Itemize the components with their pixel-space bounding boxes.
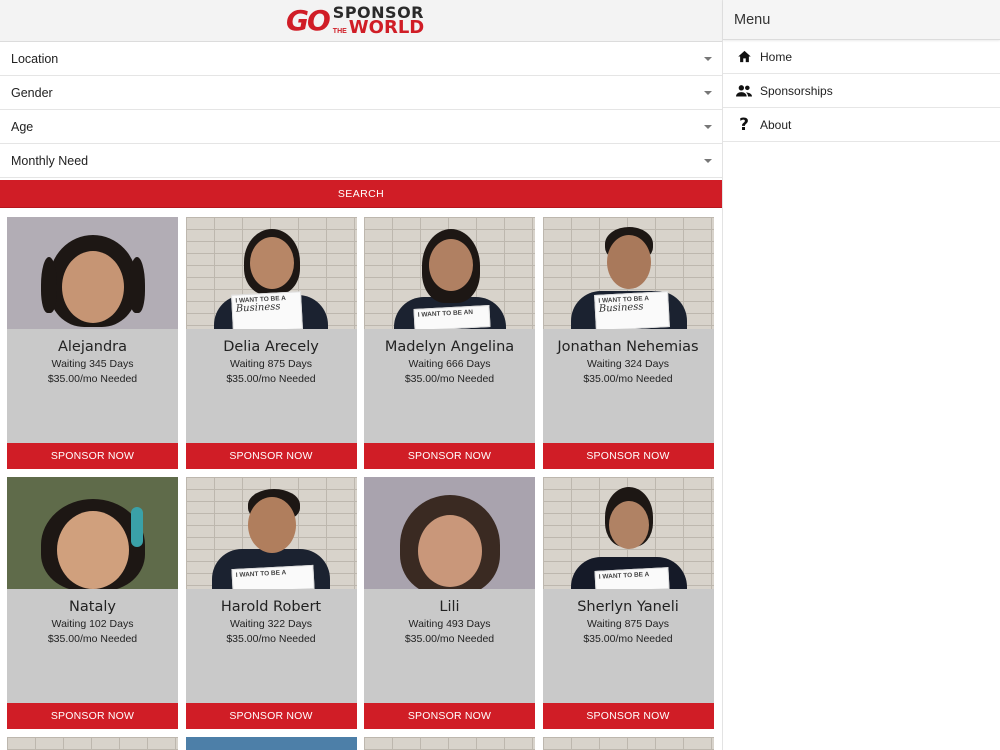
- child-name: Lili: [439, 599, 460, 615]
- child-photo[interactable]: [7, 217, 178, 329]
- chevron-down-icon: [704, 56, 712, 61]
- monthly-need: $35.00/mo Needed: [404, 633, 495, 645]
- waiting-days: Waiting 493 Days: [408, 618, 491, 630]
- filter-label: Gender: [11, 85, 53, 100]
- child-sign: I WANT TO BE AN: [413, 305, 491, 329]
- chevron-down-icon: [704, 90, 712, 95]
- child-card: I WANT TO BE AN Madelyn Angelina Waiting…: [364, 217, 535, 469]
- menu-item-about[interactable]: ? About: [723, 108, 1000, 142]
- child-photo-partial[interactable]: [364, 737, 535, 750]
- filter-label: Age: [11, 119, 34, 134]
- child-photo-partial[interactable]: [185, 737, 357, 750]
- sponsor-now-button[interactable]: SPONSOR NOW: [364, 443, 535, 469]
- child-card: I WANT TO BE A Business Delia Arecely Wai…: [185, 217, 357, 469]
- sign-word: Business: [235, 301, 281, 315]
- waiting-days: Waiting 324 Days: [587, 358, 669, 370]
- child-sign: I WANT TO BE A Business: [230, 291, 303, 329]
- child-name: Madelyn Angelina: [384, 339, 515, 355]
- child-sign: I WANT TO BE A Business: [593, 291, 670, 329]
- child-name: Alejandra: [57, 339, 128, 355]
- monthly-need: $35.00/mo Needed: [47, 373, 138, 385]
- menu-item-label: Home: [760, 49, 793, 64]
- chevron-down-icon: [704, 158, 712, 163]
- waiting-days: Waiting 345 Days: [51, 358, 134, 370]
- child-name: Nataly: [69, 599, 116, 615]
- question-icon: ?: [739, 114, 749, 135]
- child-photo[interactable]: I WANT TO BE A Business: [185, 217, 357, 329]
- side-menu: Menu Home Sponsorships ? About: [722, 0, 1000, 750]
- menu-item-home[interactable]: Home: [723, 40, 1000, 74]
- child-name: Jonathan Nehemias: [557, 339, 699, 355]
- sign-text: I WANT TO BE A: [235, 569, 286, 579]
- main-content: GO SPONSOR THE WORLD Location Gender Age…: [0, 0, 722, 750]
- monthly-need: $35.00/mo Needed: [583, 373, 673, 385]
- logo-go-text: GO: [286, 4, 331, 37]
- sign-text: I WANT TO BE AN: [417, 308, 474, 319]
- child-photo-partial[interactable]: [542, 737, 714, 750]
- child-card: Nataly Waiting 102 Days $35.00/mo Needed…: [7, 477, 178, 729]
- sign-text: I WANT TO BE A: [598, 571, 649, 581]
- waiting-days: Waiting 322 Days: [230, 618, 312, 630]
- menu-item-label: About: [760, 117, 792, 132]
- child-card: I WANT TO BE A Harold Robert Waiting 322…: [185, 477, 357, 729]
- child-name: Sherlyn Yaneli: [577, 599, 679, 615]
- monthly-need: $35.00/mo Needed: [583, 633, 673, 645]
- waiting-days: Waiting 102 Days: [51, 618, 134, 630]
- waiting-days: Waiting 875 Days: [587, 618, 669, 630]
- sponsor-now-button[interactable]: SPONSOR NOW: [542, 703, 714, 729]
- child-card: I WANT TO BE A Sherlyn Yaneli Waiting 87…: [542, 477, 714, 729]
- filter-gender[interactable]: Gender: [0, 76, 722, 110]
- filter-label: Location: [11, 51, 59, 66]
- child-name: Harold Robert: [220, 599, 322, 615]
- child-sign: I WANT TO BE A: [593, 567, 670, 589]
- child-sign: I WANT TO BE A: [230, 564, 315, 589]
- menu-item-sponsorships[interactable]: Sponsorships: [723, 74, 1000, 108]
- sponsor-now-button[interactable]: SPONSOR NOW: [185, 703, 357, 729]
- sponsor-now-button[interactable]: SPONSOR NOW: [7, 703, 178, 729]
- monthly-need: $35.00/mo Needed: [47, 633, 138, 645]
- child-name: Delia Arecely: [223, 339, 319, 355]
- filter-monthly-need[interactable]: Monthly Need: [0, 144, 722, 178]
- child-photo[interactable]: [364, 477, 535, 589]
- chevron-down-icon: [704, 124, 712, 129]
- child-photo[interactable]: [7, 477, 178, 589]
- sponsor-now-button[interactable]: SPONSOR NOW: [364, 703, 535, 729]
- waiting-days: Waiting 875 Days: [230, 358, 312, 370]
- filter-location[interactable]: Location: [0, 42, 722, 76]
- logo-the: THE: [332, 28, 347, 35]
- monthly-need: $35.00/mo Needed: [226, 373, 316, 385]
- people-icon: [736, 83, 752, 99]
- sponsor-now-button[interactable]: SPONSOR NOW: [542, 443, 714, 469]
- child-photo[interactable]: I WANT TO BE A: [185, 477, 357, 589]
- child-photo[interactable]: I WANT TO BE A: [542, 477, 714, 589]
- child-photo-partial[interactable]: [7, 737, 178, 750]
- child-photo[interactable]: I WANT TO BE AN: [364, 217, 535, 329]
- home-icon: [736, 49, 752, 65]
- logo-text: SPONSOR THE WORLD: [332, 5, 425, 38]
- monthly-need: $35.00/mo Needed: [404, 373, 495, 385]
- waiting-days: Waiting 666 Days: [408, 358, 491, 370]
- filter-label: Monthly Need: [11, 153, 89, 168]
- child-photo[interactable]: I WANT TO BE A Business: [542, 217, 714, 329]
- logo[interactable]: GO SPONSOR THE WORLD: [286, 5, 424, 37]
- children-grid: Alejandra Waiting 345 Days $35.00/mo Nee…: [7, 217, 715, 750]
- menu-title: Menu: [723, 0, 1000, 40]
- menu-item-label: Sponsorships: [760, 83, 833, 98]
- sponsor-now-button[interactable]: SPONSOR NOW: [185, 443, 357, 469]
- logo-go: GO: [286, 4, 331, 37]
- logo-world: WORLD: [348, 17, 425, 38]
- child-card: Alejandra Waiting 345 Days $35.00/mo Nee…: [7, 217, 178, 469]
- child-card: Lili Waiting 493 Days $35.00/mo Needed S…: [364, 477, 535, 729]
- app-header: GO SPONSOR THE WORLD: [0, 0, 722, 42]
- monthly-need: $35.00/mo Needed: [226, 633, 316, 645]
- search-button[interactable]: SEARCH: [0, 180, 722, 208]
- sponsor-now-button[interactable]: SPONSOR NOW: [7, 443, 178, 469]
- child-card: I WANT TO BE A Business Jonathan Nehemias…: [542, 217, 714, 469]
- sign-word: Business: [598, 301, 644, 315]
- filter-age[interactable]: Age: [0, 110, 722, 144]
